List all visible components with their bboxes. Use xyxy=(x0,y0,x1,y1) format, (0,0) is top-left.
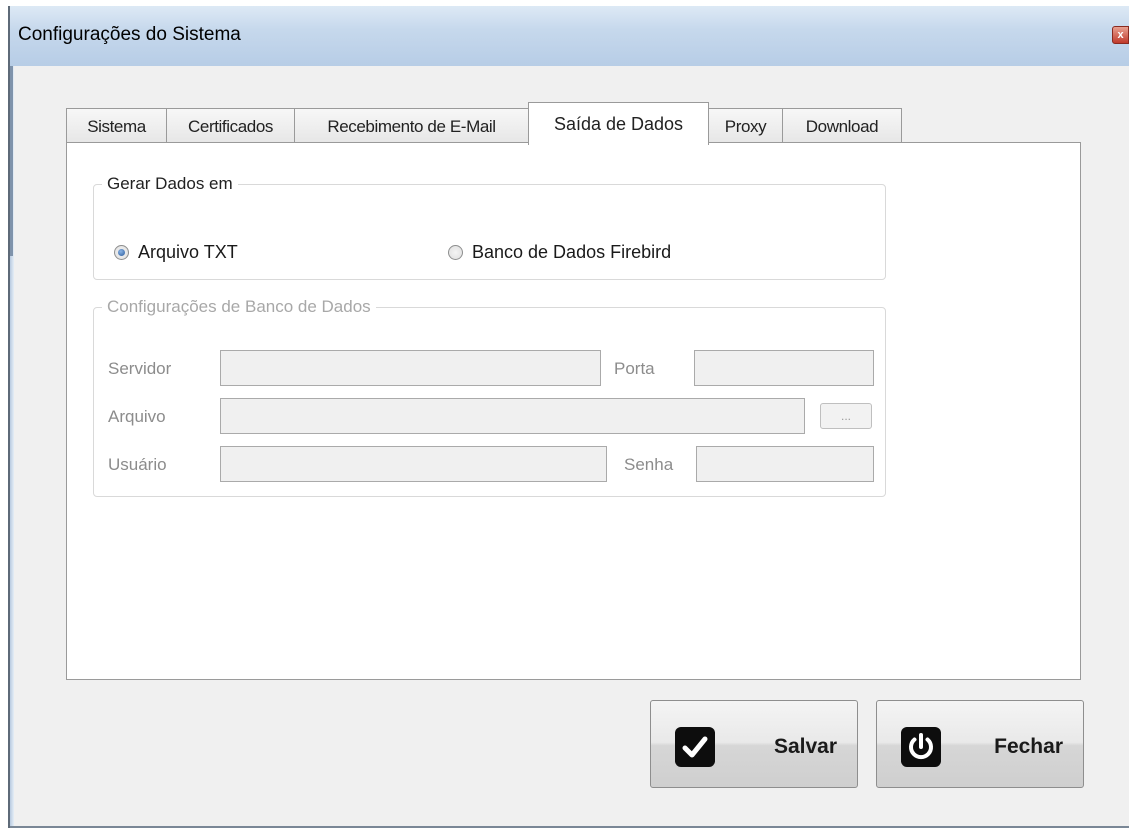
usuario-label: Usuário xyxy=(108,455,167,474)
tab-label: Sistema xyxy=(87,116,146,136)
radio-label: Arquivo TXT xyxy=(138,242,238,262)
arquivo-label: Arquivo xyxy=(108,407,166,426)
output-group-legend: Gerar Dados em xyxy=(107,174,233,193)
browse-button-label: ... xyxy=(840,409,851,423)
close-button-label: Fechar xyxy=(994,735,1063,758)
servidor-field[interactable] xyxy=(220,350,601,386)
servidor-label: Servidor xyxy=(108,359,172,378)
settings-window: Configurações do Sistema x Sistema Certi… xyxy=(8,6,1129,828)
radio-label: Banco de Dados Firebird xyxy=(472,242,672,262)
tab-label: Certificados xyxy=(188,116,273,136)
close-icon: x xyxy=(1117,29,1124,41)
window-title: Configurações do Sistema xyxy=(18,24,241,45)
tab-label: Proxy xyxy=(724,116,767,136)
browse-button[interactable]: ... xyxy=(820,403,872,429)
tab-label: Download xyxy=(805,116,879,136)
db-group-legend: Configurações de Banco de Dados xyxy=(107,297,371,316)
tab-saida-de-dados[interactable]: Saída de Dados xyxy=(528,102,709,145)
power-icon xyxy=(901,727,941,767)
tab-proxy[interactable]: Proxy xyxy=(708,108,783,144)
close-button[interactable]: Fechar xyxy=(876,700,1084,788)
senha-field[interactable] xyxy=(696,446,874,482)
db-settings-group: Configurações de Banco de Dados Servidor… xyxy=(93,297,886,497)
radio-banco-firebird[interactable]: Banco de Dados Firebird xyxy=(448,242,671,263)
save-button[interactable]: Salvar xyxy=(650,700,858,788)
tab-page-saida-de-dados: Gerar Dados em Arquivo TXT Banco de Dado… xyxy=(66,142,1081,680)
porta-label: Porta xyxy=(614,359,655,378)
window-frame-accent xyxy=(10,66,13,256)
tab-certificados[interactable]: Certificados xyxy=(166,108,295,144)
output-target-group: Gerar Dados em Arquivo TXT Banco de Dado… xyxy=(93,174,886,280)
arquivo-field[interactable] xyxy=(220,398,805,434)
tab-sistema[interactable]: Sistema xyxy=(66,108,167,144)
checkmark-icon xyxy=(675,727,715,767)
senha-label: Senha xyxy=(624,455,674,474)
usuario-field[interactable] xyxy=(220,446,607,482)
radio-unchecked-icon xyxy=(448,245,463,260)
tab-download[interactable]: Download xyxy=(782,108,902,144)
close-window-button[interactable]: x xyxy=(1112,26,1129,44)
radio-arquivo-txt[interactable]: Arquivo TXT xyxy=(114,242,238,263)
tab-label: Saída de Dados xyxy=(553,113,684,134)
porta-field[interactable] xyxy=(694,350,874,386)
tab-recebimento-email[interactable]: Recebimento de E-Mail xyxy=(294,108,529,144)
tab-label: Recebimento de E-Mail xyxy=(327,116,496,136)
title-bar[interactable]: Configurações do Sistema x xyxy=(10,6,1129,66)
radio-checked-icon xyxy=(114,245,129,260)
save-button-label: Salvar xyxy=(773,735,837,758)
